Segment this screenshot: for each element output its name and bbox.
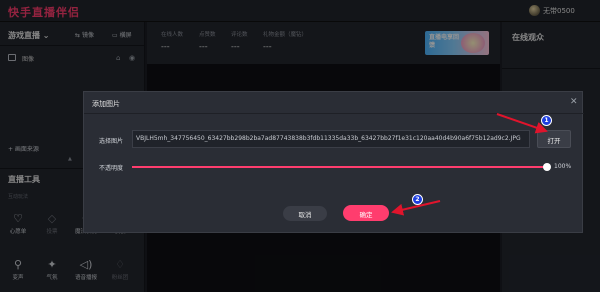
annotation-badge-2: 2 — [412, 194, 423, 205]
dialog-header: 添加图片 ✕ — [84, 92, 584, 114]
opacity-value: 100% — [554, 163, 572, 170]
badge-number: 2 — [415, 196, 420, 203]
add-picture-dialog: 添加图片 ✕ 选择图片 VBJLH5mh_347756450_63427bb29… — [83, 91, 584, 233]
confirm-button-label: 确定 — [359, 211, 373, 219]
open-button[interactable]: 打开 — [537, 130, 571, 148]
picture-path-field[interactable]: VBJLH5mh_347756450_63427bb298b2ba7ad8774… — [132, 130, 530, 148]
cancel-button[interactable]: 取消 — [283, 206, 327, 221]
annotation-badge-1: 1 — [541, 115, 552, 126]
confirm-button[interactable]: 确定 — [343, 205, 389, 221]
cancel-button-label: 取消 — [298, 211, 312, 219]
dialog-title: 添加图片 — [92, 100, 120, 108]
picture-path-value: VBJLH5mh_347756450_63427bb298b2ba7ad8774… — [136, 135, 521, 142]
open-button-label: 打开 — [547, 137, 561, 145]
badge-number: 1 — [544, 117, 549, 124]
picture-label: 选择图片 — [99, 138, 124, 145]
opacity-label: 不透明度 — [99, 165, 124, 172]
close-icon[interactable]: ✕ — [570, 97, 578, 107]
opacity-slider-handle[interactable] — [543, 163, 551, 171]
opacity-slider[interactable] — [132, 166, 548, 168]
